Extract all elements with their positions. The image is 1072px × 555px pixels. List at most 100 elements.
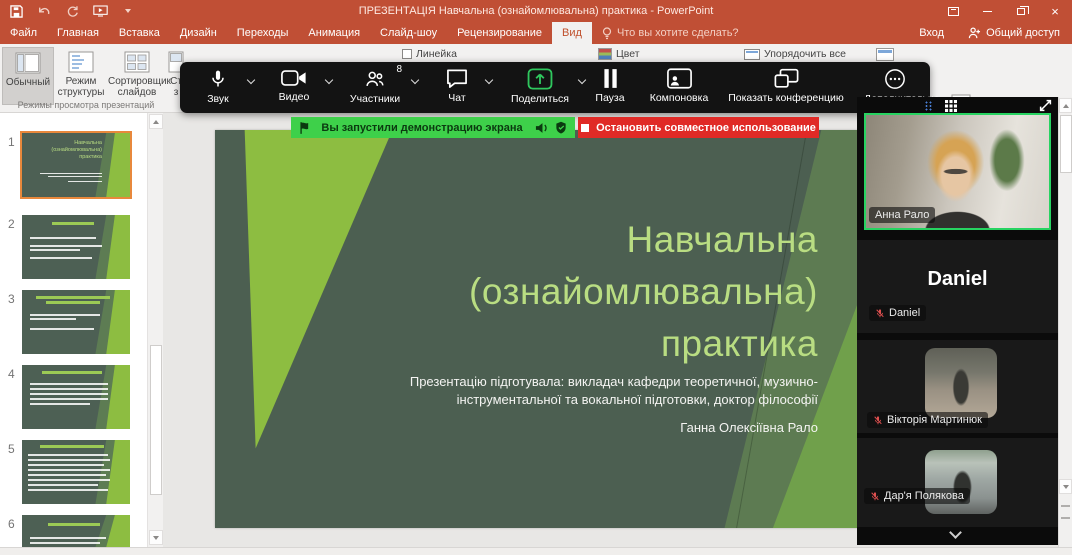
arrange-all-label: Упорядочить все	[764, 48, 846, 60]
status-bar	[0, 547, 1072, 555]
thumbnails-scrollbar[interactable]	[147, 113, 163, 547]
slide-canvas[interactable]: Навчальна (ознайомлювальна) практика Пре…	[215, 130, 860, 528]
save-button[interactable]	[2, 0, 30, 22]
video-tile-daniel[interactable]: Daniel Daniel	[857, 240, 1058, 333]
share-button[interactable]: Общий доступ	[956, 22, 1072, 44]
thumbnail-text-line	[30, 257, 92, 259]
slide-thumbnail-2[interactable]	[22, 215, 130, 279]
scroll-up-button[interactable]	[1059, 98, 1072, 113]
tab-home[interactable]: Главная	[47, 22, 109, 44]
dropdown-arrow-icon	[125, 9, 131, 13]
participants-icon	[364, 68, 386, 90]
sign-in-button[interactable]: Вход	[907, 22, 956, 44]
tab-review[interactable]: Рецензирование	[447, 22, 552, 44]
view-normal-button[interactable]: Обычный	[2, 47, 54, 105]
participant-name: Вікторія Мартинюк	[887, 414, 982, 426]
switch-windows-icon	[876, 48, 894, 61]
layout-button[interactable]: Компоновка	[642, 68, 716, 104]
thumbnail-title-line	[42, 371, 102, 374]
tab-view[interactable]: Вид	[552, 22, 592, 44]
slide-thumbnail-3[interactable]	[22, 290, 130, 354]
video-tile-viktoria[interactable]: Вікторія Мартинюк	[857, 340, 1058, 433]
color-button[interactable]: Цвет	[598, 48, 640, 60]
screen-share-message: Вы запустили демонстрацию экрана	[315, 122, 529, 134]
security-shield-icon[interactable]	[555, 121, 567, 134]
close-button[interactable]: ×	[1038, 0, 1072, 22]
expand-icon[interactable]	[1039, 99, 1052, 112]
participants-button[interactable]: 8 Участники	[342, 68, 408, 105]
participant-avatar	[925, 348, 997, 418]
participant-name-chip: Анна Рало	[869, 207, 935, 223]
view-outline-button[interactable]: Режимструктуры	[56, 47, 106, 105]
video-panel-header	[857, 97, 1058, 113]
tab-slideshow[interactable]: Слайд-шоу	[370, 22, 447, 44]
show-meeting-label: Показать конференцию	[722, 92, 850, 104]
thumbnail-text-line	[30, 318, 76, 320]
next-slide-button[interactable]	[1061, 517, 1070, 519]
scroll-down-button[interactable]	[1059, 479, 1072, 494]
ruler-checkbox[interactable]: Линейка	[402, 48, 457, 60]
start-slideshow-button[interactable]	[86, 0, 114, 22]
thumbnail-accent-shape	[22, 215, 130, 279]
pause-label: Пауза	[588, 92, 632, 104]
ribbon-display-options-button[interactable]	[936, 0, 970, 22]
chat-label: Чат	[434, 92, 480, 104]
undo-button[interactable]	[30, 0, 58, 22]
video-tile-active-speaker[interactable]: Анна Рало	[864, 113, 1051, 230]
view-slide-sorter-button[interactable]: Сортировщикслайдов	[108, 47, 166, 105]
slide-number: 4	[8, 367, 15, 381]
participant-name-chip: Daniel	[869, 305, 926, 321]
more-participants-chevron-icon[interactable]	[949, 526, 962, 539]
audio-options-chevron-icon[interactable]	[247, 76, 255, 84]
video-options-chevron-icon[interactable]	[325, 76, 333, 84]
ruler-label: Линейка	[416, 48, 457, 60]
switch-windows-button[interactable]	[876, 48, 894, 61]
restore-icon	[1017, 8, 1025, 15]
tab-transitions[interactable]: Переходы	[227, 22, 299, 44]
slide-thumbnail-4[interactable]	[22, 365, 130, 429]
video-tile-darya[interactable]: Дар'я Полякова	[857, 438, 1058, 527]
document-scrollbar[interactable]	[1058, 97, 1072, 547]
previous-slide-button[interactable]	[1061, 505, 1070, 507]
audio-button[interactable]: Звук	[194, 68, 242, 105]
customize-quick-access-button[interactable]	[114, 0, 142, 22]
scroll-down-button[interactable]	[149, 530, 163, 545]
camera-icon	[281, 68, 307, 88]
scroll-up-button[interactable]	[149, 114, 163, 129]
thumbnail-accent-shape	[22, 440, 130, 504]
tab-insert[interactable]: Вставка	[109, 22, 170, 44]
pause-share-button[interactable]: Пауза	[588, 68, 632, 104]
drag-handle-icon[interactable]	[925, 101, 932, 111]
tab-file[interactable]: Файл	[0, 22, 47, 44]
slide-thumbnails-panel: 1 Навчальна (ознайомлювальна) практика 2…	[0, 113, 163, 547]
arrow-up-icon	[1063, 104, 1069, 108]
share-screen-button[interactable]: Поделиться	[504, 68, 576, 105]
slide-title: Навчальна (ознайомлювальна) практика	[348, 214, 818, 370]
share-options-chevron-icon[interactable]	[578, 76, 586, 84]
restore-button[interactable]	[1004, 0, 1038, 22]
slide-thumbnail-1[interactable]: Навчальна (ознайомлювальна) практика	[22, 133, 130, 197]
participant-name: Анна Рало	[875, 209, 929, 221]
speaker-icon[interactable]	[535, 122, 549, 134]
scrollbar-thumb[interactable]	[150, 345, 162, 495]
minimize-button[interactable]	[970, 0, 1004, 22]
stop-share-button[interactable]: Остановить совместное использование	[578, 117, 819, 138]
slide-thumbnail-6[interactable]	[22, 515, 130, 547]
arrange-all-button[interactable]: Упорядочить все	[744, 48, 846, 60]
slide-thumbnail-5[interactable]	[22, 440, 130, 504]
mic-muted-icon	[873, 415, 883, 426]
participants-options-chevron-icon[interactable]	[411, 76, 419, 84]
stop-icon	[581, 124, 589, 132]
chat-button[interactable]: Чат	[434, 68, 480, 104]
tab-design[interactable]: Дизайн	[170, 22, 227, 44]
tab-animations[interactable]: Анимация	[298, 22, 370, 44]
tell-me-box[interactable]: Что вы хотите сделать?	[592, 22, 749, 44]
gallery-grid-icon[interactable]	[945, 100, 957, 112]
video-button[interactable]: Видео	[268, 68, 320, 103]
thumbnail-title-line	[52, 222, 94, 225]
scrollbar-thumb[interactable]	[1060, 115, 1072, 173]
chat-options-chevron-icon[interactable]	[485, 76, 493, 84]
show-meeting-button[interactable]: Показать конференцию	[722, 68, 850, 104]
screen-share-banner: Вы запустили демонстрацию экрана	[291, 117, 575, 138]
redo-button[interactable]	[58, 0, 86, 22]
